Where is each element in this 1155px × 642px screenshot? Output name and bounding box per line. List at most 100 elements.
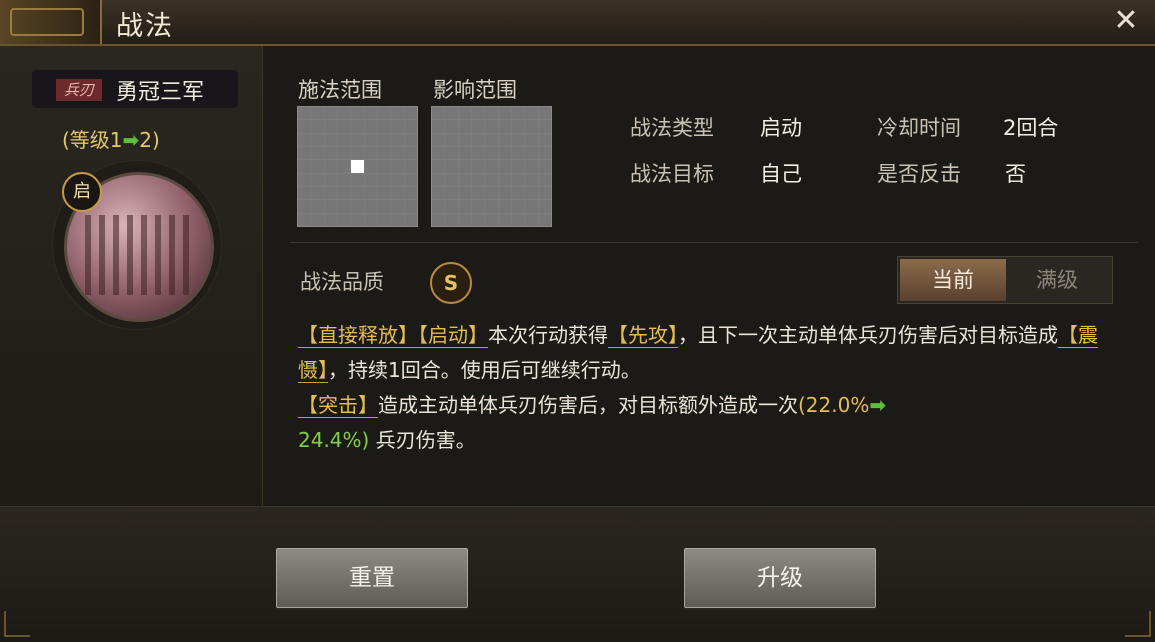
arrow-right-icon: ➡ [122,128,140,152]
grid-cell [311,160,324,173]
grid-cell [324,133,337,146]
grid-cell [351,173,364,186]
desc-text-2: ，且下一次主动单体兵刃伤害后对目标造成 [678,323,1058,347]
grid-cell [432,160,445,173]
grid-cell [337,133,351,146]
damage-old-value: (22.0% [798,393,870,417]
grid-cell [364,146,377,160]
grid-cell [445,213,458,226]
grid-cell [311,133,324,146]
grid-cell [391,186,404,200]
grid-cell [404,133,417,146]
grid-cell [485,120,498,133]
grid-cell [458,173,471,186]
grid-cell [324,120,337,133]
grid-cell [377,146,391,160]
grid-cell [525,200,538,213]
level-to: 2) [139,128,160,152]
grid-cell [364,213,377,226]
skill-target-label: 战法目标 [630,162,714,186]
grid-cell [511,213,525,226]
grid-cell [298,160,311,173]
close-icon[interactable]: ✕ [1109,4,1143,38]
grid-cell [498,133,511,146]
grid-cell [404,213,417,226]
reset-button[interactable]: 重置 [276,548,468,608]
skill-target-value: 自己 [760,162,802,186]
grid-cell [324,173,337,186]
grid-cell [538,200,551,213]
grid-cell [364,107,377,120]
grid-cell [337,146,351,160]
grid-cell [337,160,351,173]
grid-cell [324,186,337,200]
grid-cell [525,120,538,133]
grid-cell [458,160,471,173]
grid-cell [485,213,498,226]
grid-cell [511,107,525,120]
grid-cell [351,107,364,120]
grid-cell [538,133,551,146]
grid-cell [538,120,551,133]
grid-cell [511,133,525,146]
grid-cell [538,173,551,186]
grid-cell [404,120,417,133]
grid-cell [337,173,351,186]
grid-cell [525,160,538,173]
grid-cell [324,107,337,120]
grid-cell [298,213,311,226]
grid-cell [351,186,364,200]
grid-cell [485,200,498,213]
grid-cell [538,213,551,226]
grid-cell [404,146,417,160]
grid-cell [324,146,337,160]
title-ornament [0,0,102,44]
grid-cell [377,173,391,186]
grid-cell [311,146,324,160]
grid-cell [538,146,551,160]
grid-cell [498,146,511,160]
skill-type-label: 战法类型 [630,116,714,140]
grid-cell [391,160,404,173]
grid-cell [391,120,404,133]
title-bar: 战法 ✕ [0,0,1155,46]
tab-max-level[interactable]: 满级 [1004,257,1110,303]
grid-cell [311,200,324,213]
grid-cell [471,120,485,133]
upgrade-button[interactable]: 升级 [684,548,876,608]
grid-cell [498,120,511,133]
grid-cell [324,213,337,226]
arrow-right-icon: ➡ [869,393,887,417]
grid-cell [471,200,485,213]
grid-cell [445,160,458,173]
grid-cell [337,213,351,226]
grid-cell [351,160,364,173]
grid-cell [538,160,551,173]
tab-current[interactable]: 当前 [900,259,1006,301]
grid-cell [364,200,377,213]
grid-cell [485,173,498,186]
grid-cell [364,160,377,173]
grid-cell [458,120,471,133]
effect-range-grid [431,106,552,227]
grid-cell [458,213,471,226]
corner-ornament [1125,611,1151,637]
quality-label: 战法品质 [300,270,384,294]
damage-new-value: 24.4%) [298,428,370,452]
grid-cell [377,213,391,226]
grid-cell [298,200,311,213]
desc-text-1: 本次行动获得 [488,323,608,347]
grid-cell [311,213,324,226]
grid-cell [525,186,538,200]
grid-cell [471,186,485,200]
grid-cell [485,146,498,160]
grid-cell [458,133,471,146]
grid-cell [458,146,471,160]
grid-cell [298,173,311,186]
grid-cell [511,200,525,213]
grid-cell [391,200,404,213]
grid-cell [351,213,364,226]
grid-cell [364,186,377,200]
grid-cell [337,186,351,200]
grid-cell [364,133,377,146]
